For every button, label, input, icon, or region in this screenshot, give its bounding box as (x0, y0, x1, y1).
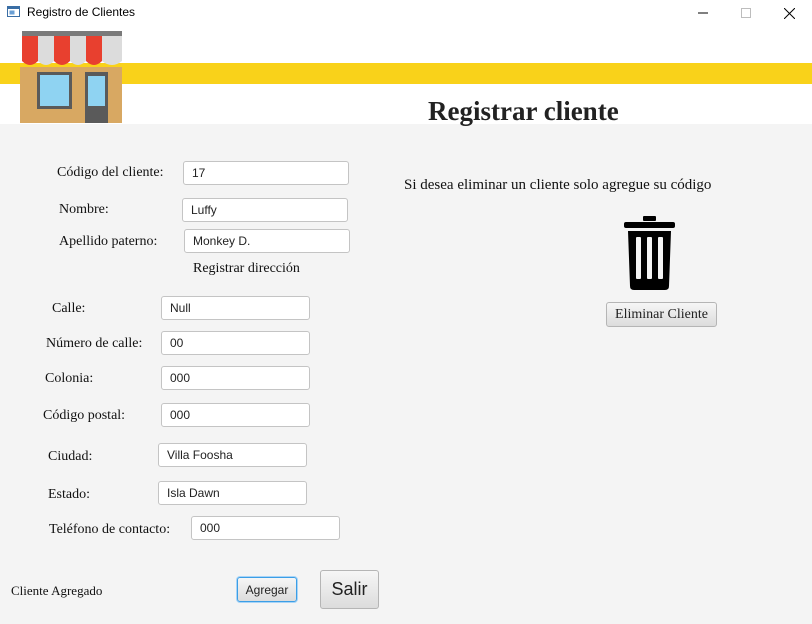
title-bar: Registro de Clientes (0, 0, 812, 26)
telefono-label: Teléfono de contacto: (49, 522, 171, 537)
add-button[interactable]: Agregar (237, 577, 297, 602)
store-icon (20, 31, 122, 123)
colonia-label: Colonia: (45, 371, 94, 386)
close-icon (783, 7, 795, 19)
nombre-label: Nombre: (59, 202, 109, 217)
ciudad-field[interactable] (158, 443, 307, 467)
window-title: Registro de Clientes (27, 5, 136, 19)
numero-label: Número de calle: (46, 336, 143, 351)
maximize-icon (741, 8, 751, 18)
codigo-field[interactable] (183, 161, 349, 185)
close-window-button[interactable] (766, 0, 812, 26)
codigo-postal-label: Código postal: (43, 408, 126, 423)
codigo-label: Código del cliente: (57, 165, 164, 180)
maximize-button[interactable] (723, 0, 769, 26)
estado-field[interactable] (158, 481, 307, 505)
minimize-button[interactable] (680, 0, 726, 26)
calle-field[interactable] (161, 296, 310, 320)
apellido-field[interactable] (184, 229, 350, 253)
colonia-field[interactable] (161, 366, 310, 390)
codigo-postal-field[interactable] (161, 403, 310, 427)
delete-instruction: Si desea eliminar un cliente solo agregu… (404, 177, 712, 193)
telefono-field[interactable] (191, 516, 340, 540)
delete-client-button[interactable]: Eliminar Cliente (606, 302, 717, 327)
page-title: Registrar cliente (428, 96, 619, 126)
trash-icon (624, 216, 675, 290)
calle-label: Calle: (52, 301, 86, 316)
minimize-icon (698, 12, 708, 14)
ciudad-label: Ciudad: (48, 449, 93, 464)
window-app-icon (7, 6, 20, 17)
status-message: Cliente Agregado (11, 583, 103, 598)
direccion-section-label: Registrar dirección (193, 261, 300, 276)
app-window: Registro de Clientes Registrar cliente C… (0, 0, 812, 624)
estado-label: Estado: (48, 487, 90, 502)
apellido-label: Apellido paterno: (59, 234, 158, 249)
numero-field[interactable] (161, 331, 310, 355)
exit-button[interactable]: Salir (320, 570, 379, 609)
nombre-field[interactable] (182, 198, 348, 222)
